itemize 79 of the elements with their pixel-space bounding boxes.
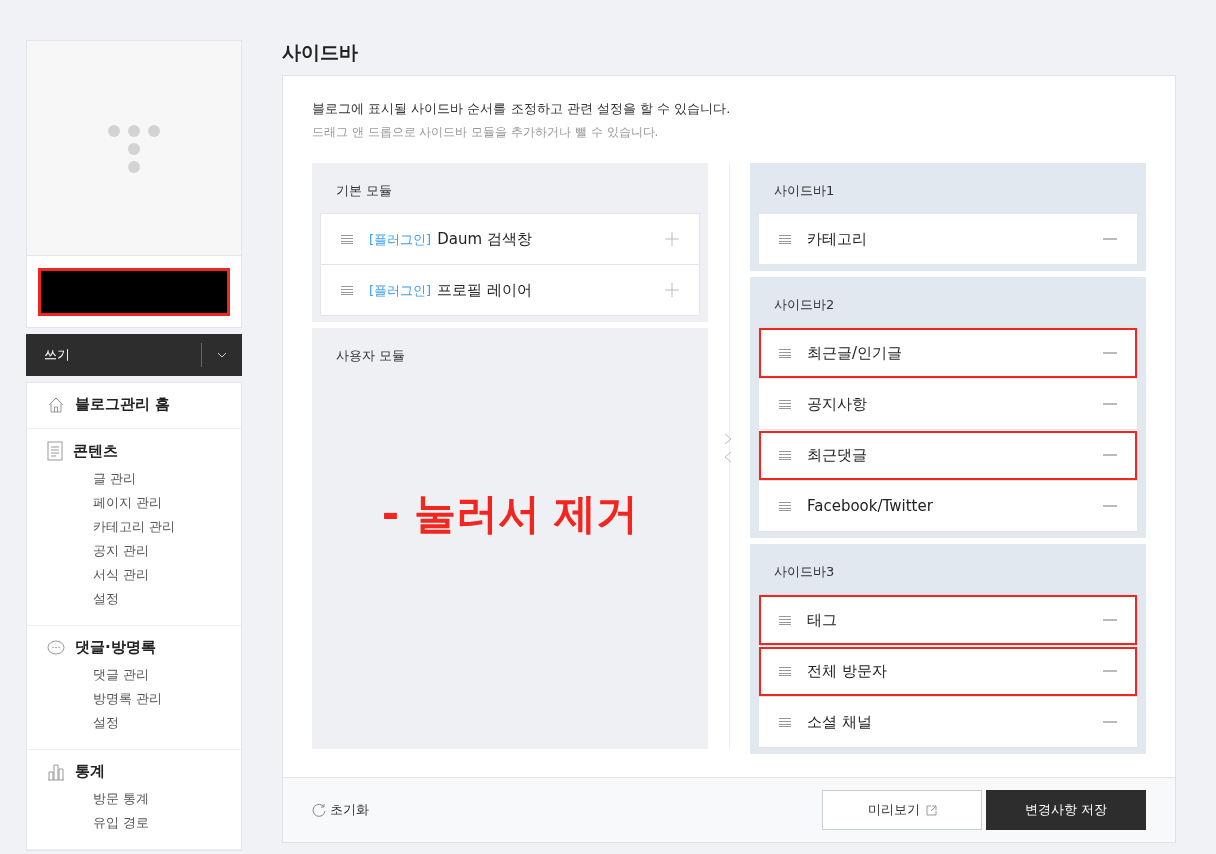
minus-icon xyxy=(1103,454,1117,456)
page-title: 사이드바 xyxy=(282,40,359,65)
minus-icon xyxy=(1103,403,1117,405)
module-row[interactable]: 소셜 채널 xyxy=(758,697,1138,748)
external-link-icon xyxy=(925,804,937,816)
minus-icon xyxy=(1103,505,1117,507)
drag-handle-icon xyxy=(779,234,791,244)
module-row[interactable]: 최근댓글 xyxy=(758,430,1138,481)
module-row[interactable]: 공지사항 xyxy=(758,379,1138,430)
hint-text: 드래그 앤 드롭으로 사이드바 모듈을 추가하거나 뺄 수 있습니다. xyxy=(312,124,660,141)
group-title: 기본 모듈 xyxy=(335,182,394,200)
group-title: 사이드바3 xyxy=(773,563,836,581)
module-title: Daum 검색창 xyxy=(437,229,532,248)
menu-link[interactable]: 설정 xyxy=(47,711,241,735)
group-title: 사용자 모듈 xyxy=(335,347,407,365)
drag-handle-icon xyxy=(779,501,791,511)
module-row[interactable]: 태그 xyxy=(758,594,1138,646)
menu-link[interactable]: 글 관리 xyxy=(47,467,241,491)
minus-icon xyxy=(1103,619,1117,621)
menu-link[interactable]: 방명록 관리 xyxy=(47,687,241,711)
group-title: 사이드바1 xyxy=(773,182,836,200)
drag-handle-icon xyxy=(341,234,353,244)
refresh-icon xyxy=(312,803,326,817)
module-title: 프로필 레이어 xyxy=(437,280,532,299)
module-name: 소셜 채널 xyxy=(807,712,873,732)
minus-icon xyxy=(1103,352,1117,354)
description-text: 블로그에 표시될 사이드바 순서를 조정하고 관련 설정을 할 수 있습니다. xyxy=(312,100,732,118)
reset-button[interactable]: 초기화 xyxy=(312,801,369,819)
drag-handle-icon xyxy=(779,615,791,625)
menu-link[interactable]: 방문 통계 xyxy=(47,787,241,811)
module-row[interactable]: 카테고리 xyxy=(758,213,1138,265)
module-name: 전체 방문자 xyxy=(807,661,888,681)
plugin-tag: [플러그인] xyxy=(369,231,432,247)
group-title: 사이드바2 xyxy=(773,296,836,314)
drag-handle-icon xyxy=(779,399,791,409)
preview-button[interactable]: 미리보기 xyxy=(822,790,982,830)
module-name: Facebook/Twitter xyxy=(807,497,934,515)
menu-link[interactable]: 공지 관리 xyxy=(47,539,241,563)
drag-handle-icon xyxy=(779,450,791,460)
minus-icon xyxy=(1103,721,1117,723)
module-name: 카테고리 xyxy=(807,229,868,249)
module-row[interactable]: Facebook/Twitter xyxy=(758,481,1138,532)
module-row[interactable]: [플러그인] Daum 검색창 xyxy=(320,213,700,265)
drag-handle-icon xyxy=(779,717,791,727)
speech-bubble-icon xyxy=(47,639,65,656)
menu-heading[interactable]: 콘텐츠 xyxy=(73,441,118,461)
minus-icon xyxy=(1103,238,1117,240)
menu-link[interactable]: 댓글 관리 xyxy=(47,663,241,687)
annotation-text: - 눌러서 제거 xyxy=(380,488,640,540)
module-name: 태그 xyxy=(807,610,838,630)
document-icon xyxy=(47,441,63,461)
module-row[interactable]: [플러그인] 프로필 레이어 xyxy=(320,265,700,316)
bar-chart-icon xyxy=(47,762,65,781)
menu-link[interactable]: 서식 관리 xyxy=(47,563,241,587)
module-row[interactable]: 전체 방문자 xyxy=(758,646,1138,697)
menu-link[interactable]: 설정 xyxy=(47,587,241,611)
plugin-tag: [플러그인] xyxy=(369,282,432,298)
plus-icon xyxy=(665,283,679,297)
drag-handle-icon xyxy=(779,348,791,358)
transfer-arrows-icon xyxy=(722,433,734,463)
plus-icon xyxy=(665,232,679,246)
write-button[interactable]: 쓰기 xyxy=(26,334,201,376)
menu-link[interactable]: 카테고리 관리 xyxy=(47,515,241,539)
house-icon xyxy=(47,395,65,414)
module-name: 최근댓글 xyxy=(807,445,868,465)
module-name: 공지사항 xyxy=(807,394,868,414)
menu-heading[interactable]: 댓글·방명록 xyxy=(75,638,156,657)
menu-link[interactable]: 유입 경로 xyxy=(47,811,241,835)
module-name: 최근글/인기글 xyxy=(807,343,904,363)
dots-logo-icon xyxy=(106,123,162,173)
module-row[interactable]: 최근글/인기글 xyxy=(758,327,1138,379)
menu-heading[interactable]: 블로그관리 홈 xyxy=(75,395,171,414)
save-button[interactable]: 변경사항 저장 xyxy=(986,790,1146,830)
drag-handle-icon xyxy=(779,666,791,676)
minus-icon xyxy=(1103,670,1117,672)
menu-heading[interactable]: 통계 xyxy=(75,762,105,781)
chevron-down-icon xyxy=(217,352,227,358)
menu-link[interactable]: 페이지 관리 xyxy=(47,491,241,515)
drag-handle-icon xyxy=(341,285,353,295)
